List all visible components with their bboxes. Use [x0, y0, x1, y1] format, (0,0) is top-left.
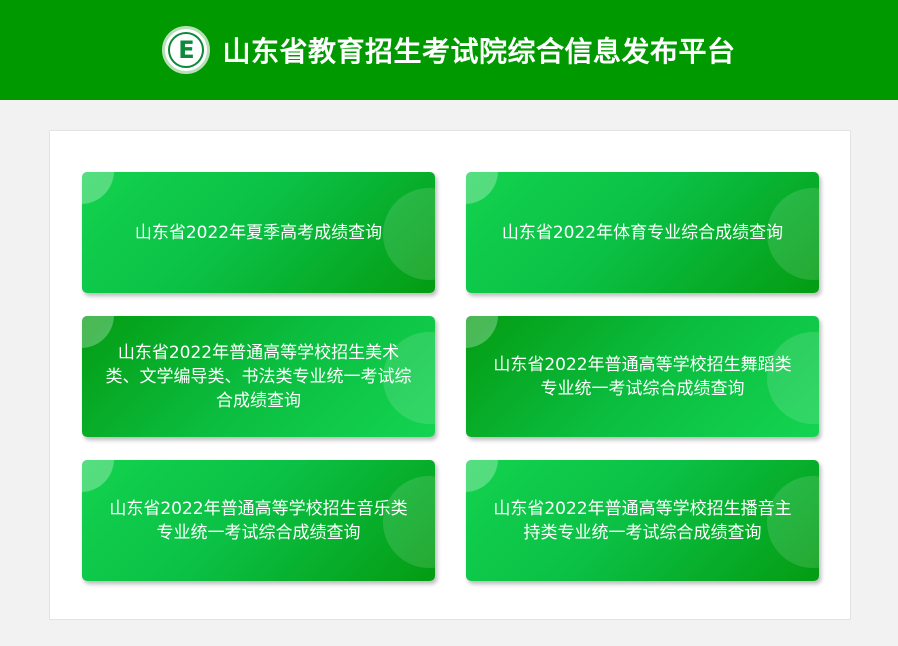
query-panel: 山东省2022年夏季高考成绩查询 山东省2022年体育专业综合成绩查询 山东省2… — [49, 130, 851, 620]
card-label: 山东省2022年普通高等学校招生美术类、文学编导类、书法类专业统一考试综合成绩查… — [105, 342, 412, 411]
card-decoration — [466, 172, 498, 204]
query-card-sports[interactable]: 山东省2022年体育专业综合成绩查询 — [466, 172, 819, 293]
card-decoration — [82, 172, 114, 204]
card-decoration — [82, 460, 114, 492]
query-card-fine-arts[interactable]: 山东省2022年普通高等学校招生美术类、文学编导类、书法类专业统一考试综合成绩查… — [82, 316, 435, 437]
query-card-summer-gaokao[interactable]: 山东省2022年夏季高考成绩查询 — [82, 172, 435, 293]
query-card-broadcasting[interactable]: 山东省2022年普通高等学校招生播音主持类专业统一考试综合成绩查询 — [466, 460, 819, 581]
card-decoration — [466, 316, 498, 348]
card-label: 山东省2022年夏季高考成绩查询 — [134, 222, 383, 243]
exam-institute-seal-icon: E — [162, 26, 211, 74]
query-card-dance[interactable]: 山东省2022年普通高等学校招生舞蹈类专业统一考试综合成绩查询 — [466, 316, 819, 437]
site-header: E 山东省教育招生考试院综合信息发布平台 — [0, 0, 898, 100]
card-label: 山东省2022年普通高等学校招生播音主持类专业统一考试综合成绩查询 — [493, 498, 792, 543]
card-label: 山东省2022年普通高等学校招生音乐类专业统一考试综合成绩查询 — [109, 498, 408, 543]
logo-letter: E — [178, 36, 195, 64]
card-label: 山东省2022年普通高等学校招生舞蹈类专业统一考试综合成绩查询 — [493, 354, 792, 399]
query-card-music[interactable]: 山东省2022年普通高等学校招生音乐类专业统一考试综合成绩查询 — [82, 460, 435, 581]
card-label: 山东省2022年体育专业综合成绩查询 — [501, 222, 784, 243]
card-decoration — [466, 460, 498, 492]
site-title: 山东省教育招生考试院综合信息发布平台 — [222, 35, 736, 68]
header-brand: E 山东省教育招生考试院综合信息发布平台 — [162, 26, 735, 74]
